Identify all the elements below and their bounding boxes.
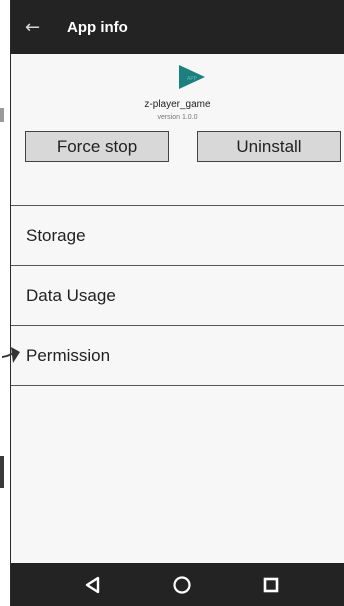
nav-recents-square-icon[interactable] [259,573,283,597]
settings-item-label: Storage [26,225,86,245]
left-edge-marker [0,108,4,122]
app-name: z-player_game [144,99,211,110]
settings-item-label: Permission [26,345,111,365]
settings-item-label: Data Usage [26,285,116,305]
navigation-bar [11,563,344,606]
back-arrow-icon[interactable]: ← [25,17,47,38]
uninstall-button[interactable]: Uninstall [197,131,341,162]
force-stop-label: Force stop [56,136,138,156]
app-bar: ← App info [11,0,344,54]
uninstall-label: Uninstall [236,136,302,156]
app-play-icon: APP [179,65,205,89]
page-title: App info [67,18,128,36]
phone-screen: ← App info APP z-player_game version 1.0… [10,0,344,606]
settings-item-storage[interactable]: Storage [11,205,344,265]
app-icon-badge: APP [187,76,198,82]
app-header: APP z-player_game version 1.0.0 Force st… [11,54,344,204]
force-stop-button[interactable]: Force stop [25,131,169,162]
left-edge-marker-lower [0,456,4,488]
settings-item-permission[interactable]: Permission [11,325,344,385]
settings-item-data-usage[interactable]: Data Usage [11,265,344,325]
pointer-arrow-icon [2,347,20,363]
list-divider [11,385,344,386]
nav-home-circle-icon[interactable] [170,573,194,597]
nav-back-triangle-icon[interactable] [81,573,105,597]
app-version: version 1.0.0 [157,114,198,121]
